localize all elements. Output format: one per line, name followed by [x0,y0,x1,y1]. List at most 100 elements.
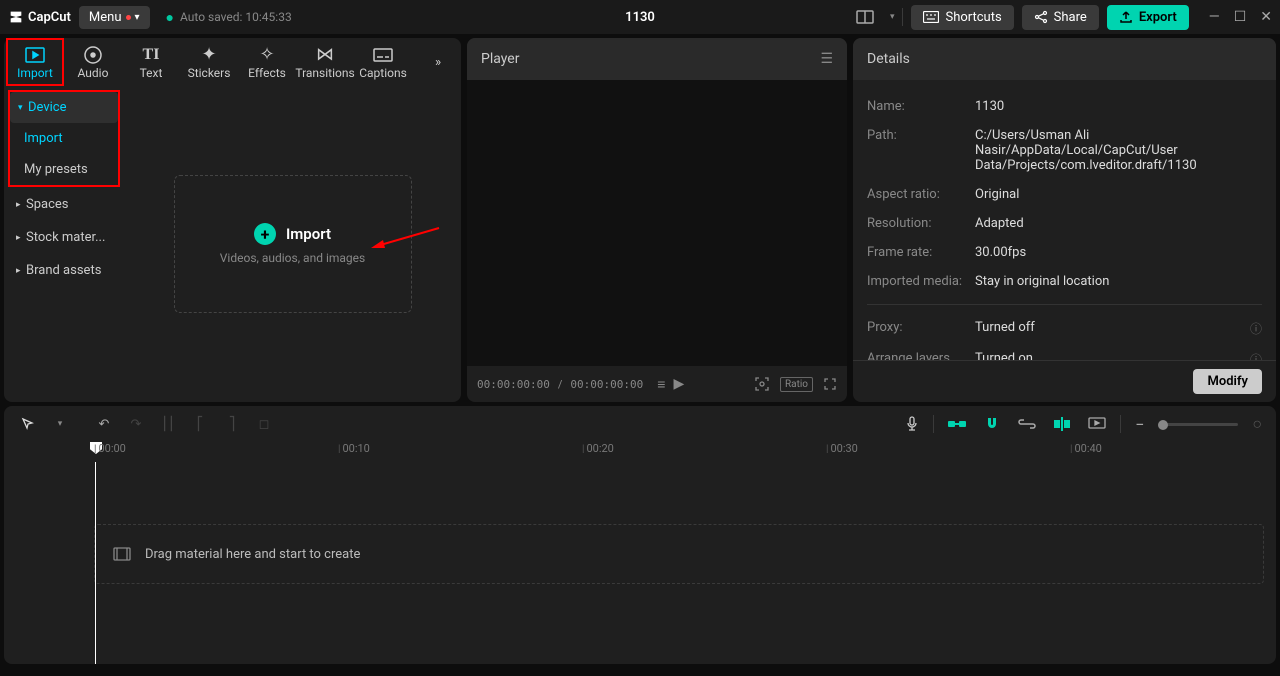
info-icon[interactable]: ⓘ [1250,351,1262,360]
detail-fps-label: Frame rate: [867,245,975,260]
sidebar-item-presets[interactable]: My presets [10,154,118,185]
trim-right-icon[interactable]: ⎤ [218,411,246,437]
main-area: Import Audio TI Text ✦ Stickers ✧ Effect… [0,34,1280,406]
snap-icon[interactable] [1050,413,1074,435]
autosave-status: ● Auto saved: 10:45:33 [166,9,292,26]
menu-button[interactable]: Menu ▾ [79,6,150,29]
plus-circle-icon: + [254,223,276,245]
divider [867,304,1262,305]
details-title: Details [867,51,910,67]
tab-stickers[interactable]: ✦ Stickers [180,38,238,86]
timeline-panel: ▾ ↶ ↷ ⎮⎮ ⎡ ⎤ ◻ − ○ 00:00 00:10 00:20 00 [4,406,1276,664]
crop-icon[interactable]: ◻ [250,411,278,437]
share-button[interactable]: Share [1022,5,1099,30]
caret-right-icon: ▸ [16,233,24,243]
shortcuts-button[interactable]: Shortcuts [911,5,1013,30]
tab-effects[interactable]: ✧ Effects [238,38,296,86]
export-button[interactable]: Export [1107,5,1189,30]
caret-right-icon: ▸ [16,200,24,210]
audio-icon [84,45,102,65]
timeline-drop-hint: Drag material here and start to create [145,547,360,562]
maximize-icon[interactable]: ☐ [1234,9,1247,25]
sidebar-item-brand[interactable]: ▸ Brand assets [8,255,120,286]
mic-icon[interactable] [901,412,923,436]
sidebar-item-import[interactable]: Import [10,123,118,154]
player-controls: 00:00:00:00 / 00:00:00:00 ≡ ▶ Ratio [467,366,847,402]
tab-text[interactable]: TI Text [122,38,180,86]
modify-button[interactable]: Modify [1193,369,1262,394]
timeline-dropzone[interactable]: Drag material here and start to create [94,524,1264,584]
app-logo: CapCut [8,9,71,25]
zoom-in-icon[interactable]: ○ [1248,410,1266,438]
caret-right-icon: ▸ [16,266,24,276]
detail-res-label: Resolution: [867,216,975,231]
fullscreen-icon[interactable] [823,377,837,391]
tab-import[interactable]: Import [6,38,64,86]
ruler-tick: 00:20 [582,442,614,455]
media-body: ▾ Device Import My presets ▸ Spaces ▸ [4,86,461,402]
divider [933,415,934,433]
film-icon [113,547,131,561]
magnet-icon[interactable] [980,412,1004,436]
tab-captions[interactable]: Captions [354,38,412,86]
titlebar-right: ▾ Shortcuts Share Export — ☐ ✕ [848,5,1272,30]
scan-icon[interactable] [754,376,770,392]
chevron-down-icon: ▾ [135,12,140,23]
transitions-icon: ⋈ [316,45,334,65]
keyboard-icon [923,11,939,23]
info-icon[interactable]: ⓘ [1250,320,1262,337]
play-icon[interactable]: ▶ [673,376,684,392]
import-dropzone[interactable]: + Import Videos, audios, and images [174,175,412,313]
list-icon[interactable]: ≡ [657,376,665,393]
sidebar-item-stock[interactable]: ▸ Stock mater... [8,222,120,253]
cursor-tool-icon[interactable] [14,411,42,437]
layout-chevron-icon[interactable]: ▾ [890,12,895,22]
ruler-tick: 00:30 [826,442,858,455]
export-icon [1119,10,1133,24]
zoom-slider[interactable] [1158,423,1238,426]
sidebar-item-spaces[interactable]: ▸ Spaces [8,189,120,220]
cursor-chevron-icon[interactable]: ▾ [46,411,74,437]
undo-icon[interactable]: ↶ [90,411,118,437]
detail-layers-label: Arrange layers [867,351,975,360]
detail-aspect-label: Aspect ratio: [867,187,975,202]
zoom-out-icon[interactable]: − [1131,411,1148,438]
redo-icon[interactable]: ↷ [122,411,150,437]
player-title: Player [481,51,519,67]
slider-thumb[interactable] [1158,420,1168,430]
media-tabs: Import Audio TI Text ✦ Stickers ✧ Effect… [4,38,461,86]
import-icon [25,45,45,65]
ratio-button[interactable]: Ratio [780,377,813,392]
tab-transitions[interactable]: ⋈ Transitions [296,38,354,86]
sidebar-item-device[interactable]: ▾ Device [10,92,118,123]
minimize-icon[interactable]: — [1209,9,1220,25]
trim-left-icon[interactable]: ⎡ [186,411,214,437]
caret-down-icon: ▾ [18,103,26,113]
detail-fps-value: 30.00fps [975,245,1262,260]
divider [902,8,903,26]
time-current: 00:00:00:00 [477,378,550,391]
detail-path-value: C:/Users/Usman Ali Nasir/AppData/Local/C… [975,128,1262,173]
player-header: Player ☰ [467,38,847,80]
layout-icon[interactable] [848,6,882,28]
media-sidebar: ▾ Device Import My presets ▸ Spaces ▸ [4,86,124,402]
detail-media-value: Stay in original location [975,274,1262,289]
menu-dot-icon [126,15,131,20]
details-body: Name:1130 Path:C:/Users/Usman Ali Nasir/… [853,80,1276,360]
hamburger-icon[interactable]: ☰ [820,51,833,67]
timeline-body[interactable]: Drag material here and start to create [4,462,1276,664]
playhead-line[interactable] [95,462,96,664]
preview-icon[interactable] [1084,413,1110,435]
split-icon[interactable]: ⎮⎮ [154,411,182,437]
detail-res-value: Adapted [975,216,1262,231]
tabs-more-icon[interactable]: » [423,55,453,70]
link-icon[interactable] [1014,415,1040,433]
timeline-ruler[interactable]: 00:00 00:10 00:20 00:30 00:40 [84,442,1264,462]
close-icon[interactable]: ✕ [1260,9,1272,25]
player-viewport[interactable] [467,80,847,366]
tab-audio[interactable]: Audio [64,38,122,86]
detail-media-label: Imported media: [867,274,975,289]
stickers-icon: ✦ [201,45,216,65]
ruler-tick: 00:40 [1070,442,1102,455]
link-on-icon[interactable] [944,414,970,434]
